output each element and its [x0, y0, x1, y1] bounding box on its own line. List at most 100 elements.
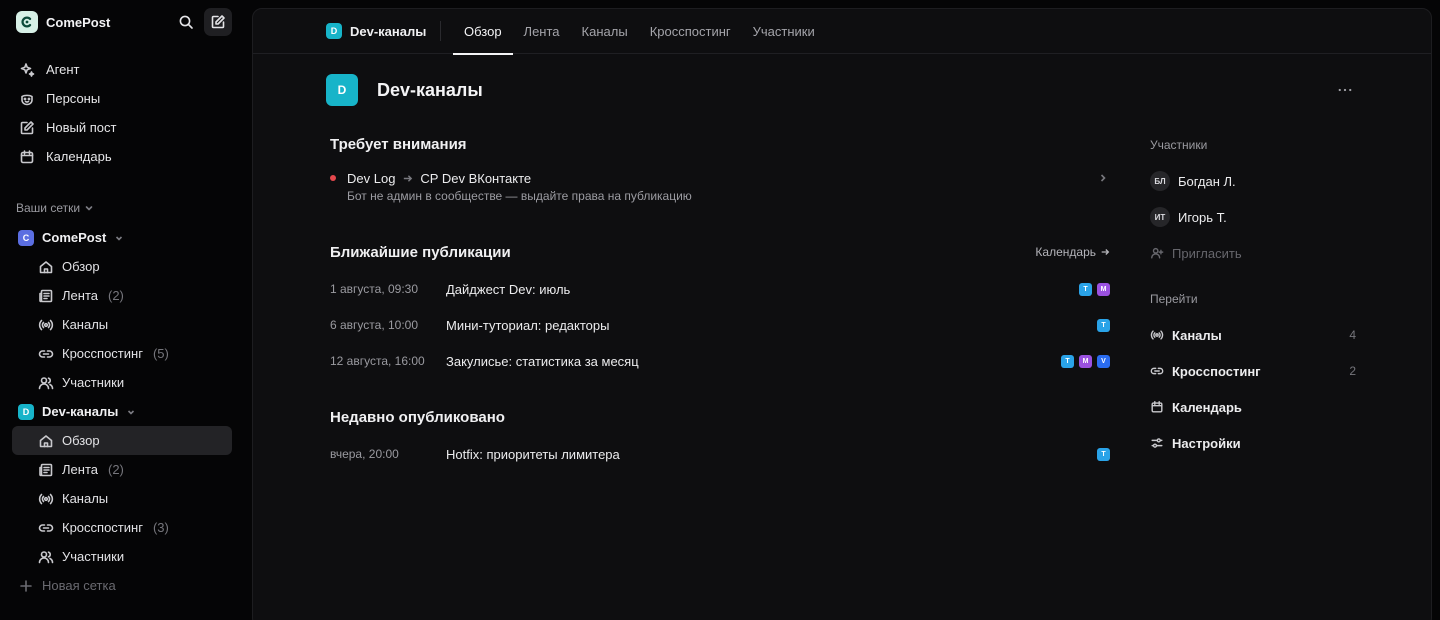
sidebar-item-crossposting[interactable]: Кросспостинг (3): [12, 513, 232, 542]
group-comepost[interactable]: C ComePost: [12, 223, 232, 252]
brand[interactable]: ComePost: [16, 11, 110, 33]
telegram-badge: T: [1079, 282, 1092, 296]
breadcrumb[interactable]: D Dev-каналы: [326, 23, 426, 39]
sidebar-item-label: Участники: [62, 549, 125, 564]
sidebar-item-count: (5): [152, 346, 169, 361]
breadcrumb-name: Dev-каналы: [350, 23, 427, 39]
sidebar-item-channels[interactable]: Каналы: [12, 484, 232, 513]
nav-item-agent[interactable]: Агент: [12, 55, 232, 84]
group-name: Dev-каналы: [42, 404, 119, 419]
member-item[interactable]: БЛ Богдан Л.: [1150, 163, 1356, 199]
calendar-link[interactable]: Календарь: [1035, 245, 1110, 259]
jump-label: Перейти: [1150, 292, 1198, 306]
sidebar-item-label: Лента: [62, 288, 98, 303]
jump-item-calendar[interactable]: Календарь: [1150, 389, 1356, 425]
invite-button[interactable]: Пригласить: [1150, 235, 1356, 271]
plus-icon: [18, 578, 34, 594]
sidebar-item-count: (2): [107, 462, 124, 477]
nav-item-new-post[interactable]: Новый пост: [12, 113, 232, 142]
sidebar-item-feed[interactable]: Лента (2): [12, 281, 232, 310]
sidebar-item-members[interactable]: Участники: [12, 542, 232, 571]
nav-item-label: Агент: [46, 62, 80, 77]
jump-item-count: 4: [1349, 328, 1356, 342]
search-icon: [178, 14, 194, 30]
sparkle-icon: [18, 62, 36, 78]
nav-item-calendar[interactable]: Календарь: [12, 142, 232, 171]
sidebar-item-label: Каналы: [62, 317, 109, 332]
list-item[interactable]: вчера, 20:00 Hotfix: приоритеты лимитера…: [330, 436, 1110, 472]
telegram-badge: T: [1097, 447, 1110, 461]
new-network-button[interactable]: Новая сетка: [12, 571, 232, 600]
nav-item-label: Персоны: [46, 91, 101, 106]
channel-badges: T: [1097, 447, 1110, 461]
tab-bar: Обзор Лента Каналы Кросспостинг Участник…: [453, 9, 826, 55]
members-label: Участники: [1150, 138, 1208, 152]
sidebar-item-label: Обзор: [62, 433, 100, 448]
chevron-right-icon: [1098, 173, 1108, 183]
sidebar-item-members[interactable]: Участники: [12, 368, 232, 397]
sidebar-item-crossposting[interactable]: Кросспостинг (5): [12, 339, 232, 368]
list-item[interactable]: 6 августа, 10:00 Мини-туториал: редактор…: [330, 307, 1110, 343]
brand-logo: [16, 11, 38, 33]
feed-icon: [38, 288, 54, 304]
divider: [440, 21, 441, 41]
channels-icon: [38, 317, 54, 333]
link-icon: [38, 520, 54, 536]
search-button[interactable]: [176, 12, 196, 32]
calendar-icon: [18, 149, 36, 165]
publication-date: 1 августа, 09:30: [330, 282, 419, 296]
attention-title: Требует внимания: [330, 135, 467, 153]
sidebar-item-count: (3): [152, 520, 169, 535]
chevron-down-icon: [126, 407, 136, 417]
group-name: ComePost: [42, 230, 107, 245]
upcoming-header: Ближайшие публикации Календарь: [330, 242, 1110, 262]
jump-item-channels[interactable]: Каналы 4: [1150, 317, 1356, 353]
jump-item-crossposting[interactable]: Кросспостинг 2: [1150, 353, 1356, 389]
upcoming-list: 1 августа, 09:30 Дайджест Dev: июль T M …: [330, 271, 1110, 379]
member-name: Богдан Л.: [1178, 173, 1236, 189]
network-groups: C ComePost Обзор Лента (2) Каналы Кроссп…: [12, 223, 232, 600]
error-dot: [330, 175, 336, 181]
publication-title: Мини-туториал: редакторы: [446, 317, 610, 333]
settings-icon: [1150, 435, 1164, 451]
persona-icon: [18, 91, 36, 107]
publication-date: вчера, 20:00: [330, 447, 399, 461]
attention-item[interactable]: Dev Log CP Dev ВКонтакте Бот не админ в …: [330, 170, 1110, 206]
more-options-button[interactable]: [1335, 82, 1355, 98]
list-item[interactable]: 1 августа, 09:30 Дайджест Dev: июль T M: [330, 271, 1110, 307]
channel-badges: T: [1097, 318, 1110, 332]
tab-crossposting[interactable]: Кросспостинг: [639, 9, 742, 54]
publication-date: 6 августа, 10:00: [330, 318, 419, 332]
jump-item-label: Каналы: [1172, 327, 1222, 343]
compose-button[interactable]: [204, 8, 232, 36]
sidebar-item-overview[interactable]: Обзор: [12, 426, 232, 455]
publication-title: Hotfix: приоритеты лимитера: [446, 446, 620, 462]
chevron-down-icon: [114, 233, 124, 243]
tab-members[interactable]: Участники: [742, 9, 826, 54]
list-item[interactable]: 12 августа, 16:00 Закулисье: статистика …: [330, 343, 1110, 379]
attention-source: Dev Log: [347, 170, 396, 186]
sidebar-item-feed[interactable]: Лента (2): [12, 455, 232, 484]
recent-title: Недавно опубликовано: [330, 408, 505, 426]
users-icon: [38, 375, 54, 391]
member-item[interactable]: ИТ Игорь Т.: [1150, 199, 1356, 235]
group-avatar: C: [18, 229, 34, 246]
more-horizontal-icon: [1338, 88, 1352, 92]
nav-item-personas[interactable]: Персоны: [12, 84, 232, 113]
tab-feed[interactable]: Лента: [513, 9, 571, 54]
page-title: Dev-каналы: [377, 79, 483, 100]
topbar: D Dev-каналы Обзор Лента Каналы Кросспос…: [253, 9, 1431, 55]
member-name: Игорь Т.: [1178, 209, 1227, 225]
sidebar-item-channels[interactable]: Каналы: [12, 310, 232, 339]
channels-icon: [1150, 327, 1164, 343]
sidebar-item-overview[interactable]: Обзор: [12, 252, 232, 281]
brand-name: ComePost: [46, 14, 111, 30]
tab-overview[interactable]: Обзор: [453, 9, 513, 55]
networks-section-toggle[interactable]: Ваши сетки: [16, 200, 94, 216]
sidebar-item-label: Участники: [62, 375, 125, 390]
group-dev-channels[interactable]: D Dev-каналы: [12, 397, 232, 426]
tab-channels[interactable]: Каналы: [571, 9, 639, 54]
jump-item-settings[interactable]: Настройки: [1150, 425, 1356, 461]
max-badge: M: [1079, 354, 1092, 368]
publication-title: Закулисье: статистика за месяц: [446, 353, 639, 369]
